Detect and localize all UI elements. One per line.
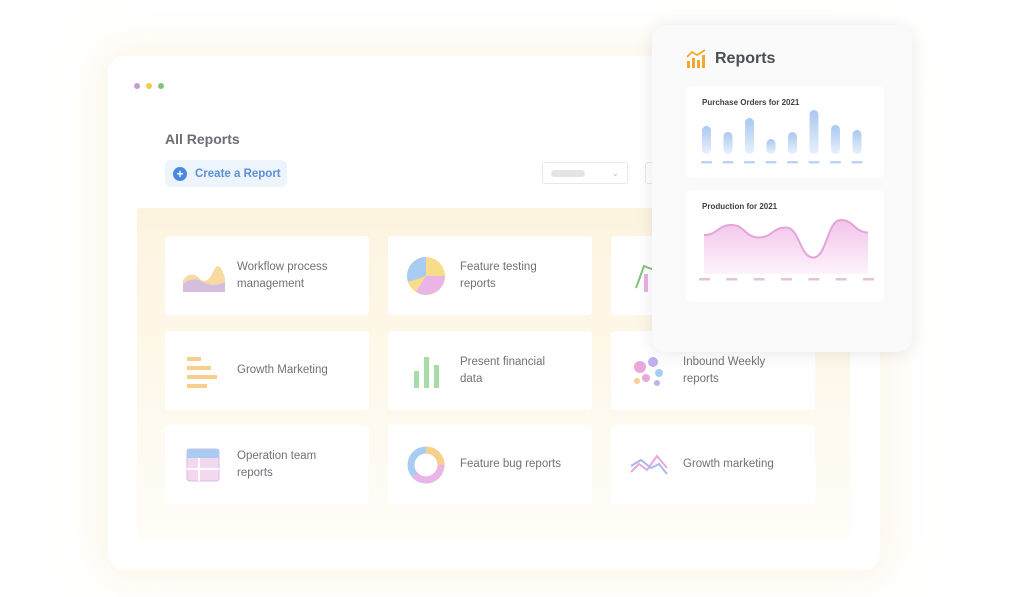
table-icon [181, 443, 225, 487]
report-card[interactable]: Workflow process management [165, 236, 369, 315]
report-card-label: Feature bug reports [460, 458, 562, 470]
purchase-orders-chart [701, 110, 863, 164]
horizontal-bar-icon [181, 349, 225, 393]
create-report-label: Create a Report [195, 167, 281, 180]
report-card-label: Growth Marketing [237, 364, 328, 376]
x-tick-label [765, 161, 777, 164]
panel-title: Reports [715, 50, 776, 67]
report-card[interactable]: Growth Marketing [165, 331, 369, 410]
page-title: All Reports [165, 131, 240, 147]
dropdown-value-placeholder [551, 169, 585, 177]
bar [852, 130, 862, 154]
production-card[interactable]: Production for 2021 [686, 190, 884, 302]
chevron-down-icon: ⌄ [611, 167, 619, 178]
x-tick-label [701, 161, 712, 164]
report-card-label: Operation team reports [237, 449, 317, 479]
x-tick-label [851, 161, 863, 164]
production-chart [699, 218, 874, 281]
window-dot[interactable] [134, 83, 140, 89]
bar [702, 126, 711, 154]
report-card[interactable]: Growth marketing [611, 425, 815, 504]
report-card-label: Growth marketing [683, 458, 774, 470]
pie-chart-icon [404, 254, 448, 298]
x-tick-label [781, 278, 792, 281]
purchase-orders-card[interactable]: Purchase Orders for 2021 [686, 86, 884, 178]
x-tick-label [830, 161, 841, 164]
reports-panel: Reports Purchase Orders for 2021 Product… [652, 25, 912, 352]
x-tick-label [835, 278, 847, 281]
x-tick-label [726, 278, 738, 281]
line-chart-icon [627, 443, 671, 487]
bar [831, 125, 840, 154]
bar [723, 132, 733, 154]
bar [788, 132, 797, 154]
x-tick-label [787, 161, 798, 164]
report-card-label: Workflow process management [237, 260, 328, 290]
x-tick-label [753, 278, 765, 281]
x-tick-label [808, 278, 820, 281]
reports-logo-icon [686, 49, 706, 68]
bubble-chart-icon [627, 349, 671, 393]
x-tick-label [699, 278, 710, 281]
report-card-label: Feature testing reports [460, 260, 537, 290]
panel-header: Reports [686, 49, 775, 69]
x-tick-label [863, 278, 874, 281]
area-chart-icon [181, 254, 225, 298]
report-card[interactable]: Feature bug reports [388, 425, 592, 504]
window-controls [134, 83, 164, 89]
plus-icon: + [173, 166, 187, 181]
x-tick-label [722, 161, 734, 164]
x-tick-label [808, 161, 820, 164]
filter-dropdown[interactable]: ⌄ [542, 162, 628, 184]
report-card[interactable]: Feature testing reports [388, 236, 592, 315]
bar [809, 110, 819, 154]
report-card-label: Present financial data [460, 355, 546, 385]
report-card[interactable]: Present financial data [388, 331, 592, 410]
report-card[interactable]: Operation team reports [165, 425, 369, 504]
bar-chart-icon [404, 349, 448, 393]
window-dot[interactable] [158, 83, 164, 89]
report-card-label: Inbound Weekly reports [683, 355, 766, 385]
bar [766, 139, 776, 154]
create-report-button[interactable]: + Create a Report [165, 160, 287, 187]
x-tick-label [744, 161, 755, 164]
donut-chart-icon [404, 443, 448, 487]
window-dot[interactable] [146, 83, 152, 89]
bar [745, 118, 754, 154]
